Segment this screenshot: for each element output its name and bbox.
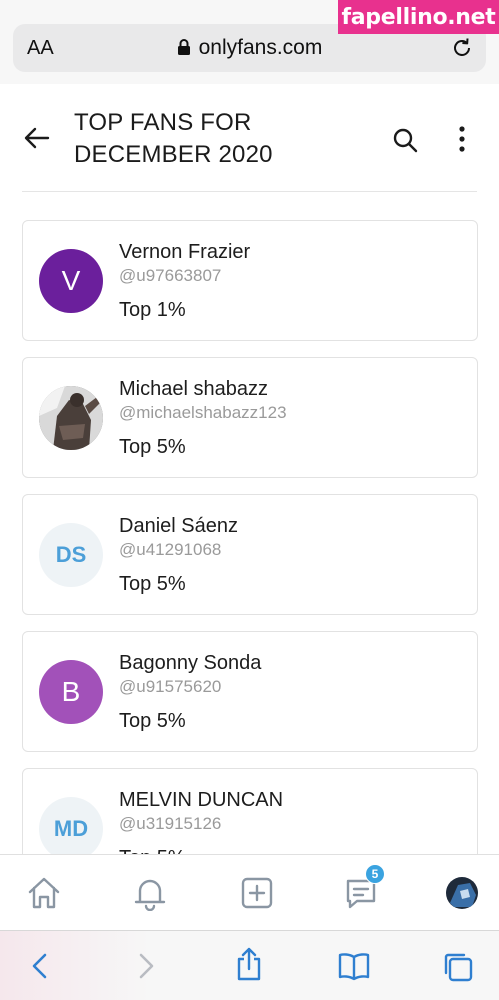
fan-card[interactable]: DS Daniel Sáenz @u41291068 Top 5%: [22, 494, 478, 615]
fan-handle: @u91575620: [119, 677, 222, 696]
fan-name[interactable]: Daniel Sáenz: [119, 515, 238, 538]
back-arrow-icon[interactable]: [24, 127, 50, 149]
bell-icon[interactable]: [132, 875, 168, 911]
search-icon[interactable]: [392, 127, 418, 153]
fan-rank: Top 1%: [119, 299, 186, 321]
profile-photo: [446, 877, 478, 909]
page-title: TOP FANS FOR DECEMBER 2020: [74, 109, 273, 168]
url-text: onlyfans.com: [198, 36, 323, 59]
lock-icon: [177, 39, 190, 55]
tabs-icon[interactable]: [442, 951, 474, 983]
bookmarks-icon[interactable]: [337, 951, 371, 981]
app-header: TOP FANS FOR DECEMBER 2020: [0, 85, 499, 192]
fan-card[interactable]: V Vernon Frazier @u97663807 Top 1%: [22, 220, 478, 341]
fan-handle: @u31915126: [119, 814, 222, 833]
messages-button[interactable]: 5: [343, 864, 385, 911]
avatar[interactable]: B: [39, 660, 103, 724]
browser-bottom-bar: [0, 930, 499, 1000]
more-options-icon[interactable]: [450, 125, 474, 153]
fan-name[interactable]: Bagonny Sonda: [119, 652, 261, 675]
fan-name[interactable]: Vernon Frazier: [119, 241, 250, 264]
header-divider: [22, 191, 477, 192]
avatar[interactable]: [39, 386, 103, 450]
fan-rank: Top 5%: [119, 710, 186, 732]
home-icon[interactable]: [26, 875, 62, 911]
share-icon[interactable]: [234, 947, 264, 981]
fan-handle: @michaelshabazz123: [119, 403, 287, 422]
add-post-icon[interactable]: [239, 875, 275, 911]
fan-handle: @u97663807: [119, 266, 222, 285]
watermark: fapellino.net: [338, 0, 499, 34]
fan-rank: Top 5%: [119, 436, 186, 458]
browser-forward-icon[interactable]: [134, 951, 158, 981]
fan-name[interactable]: Michael shabazz: [119, 378, 268, 401]
avatar[interactable]: V: [39, 249, 103, 313]
url-display[interactable]: onlyfans.com: [13, 36, 486, 60]
avatar[interactable]: DS: [39, 523, 103, 587]
fan-name[interactable]: MELVIN DUNCAN: [119, 789, 283, 812]
avatar-photo: [39, 386, 103, 450]
messages-badge: 5: [365, 864, 385, 884]
fan-rank: Top 5%: [119, 573, 186, 595]
fan-handle: @u41291068: [119, 540, 222, 559]
fan-card[interactable]: B Bagonny Sonda @u91575620 Top 5%: [22, 631, 478, 752]
browser-back-icon[interactable]: [28, 951, 52, 981]
profile-avatar[interactable]: [446, 877, 478, 909]
bottom-nav: 5: [0, 854, 499, 930]
fan-card[interactable]: Michael shabazz @michaelshabazz123 Top 5…: [22, 357, 478, 478]
avatar[interactable]: MD: [39, 797, 103, 861]
reload-icon[interactable]: [450, 36, 474, 60]
